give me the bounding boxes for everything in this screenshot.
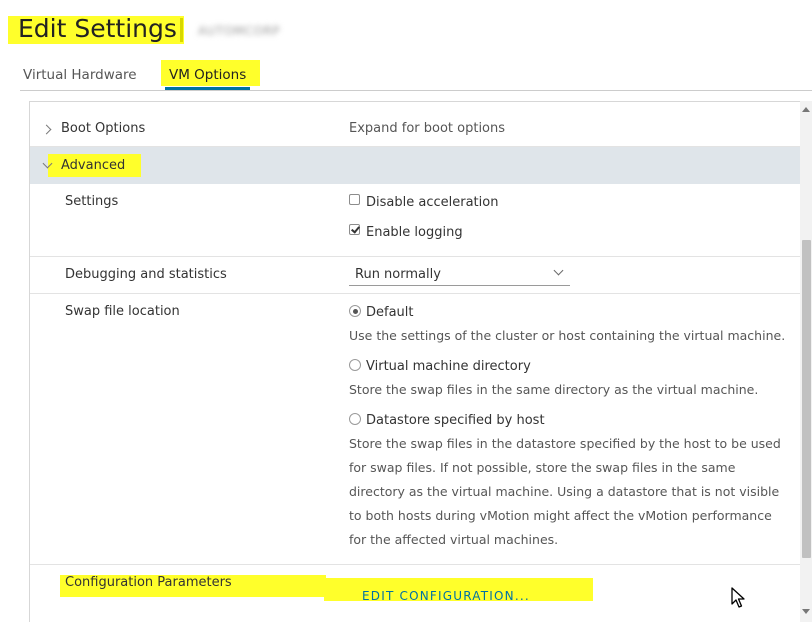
tab-virtual-hardware[interactable]: Virtual Hardware (23, 67, 137, 83)
swap-datastore-desc-line-3: directory as the virtual machine. Using … (349, 484, 780, 499)
swap-default-label[interactable]: Default (366, 305, 414, 320)
advanced-row[interactable] (30, 147, 800, 184)
debugging-select-value: Run normally (355, 267, 441, 282)
config-params-label: Configuration Parameters (65, 575, 232, 590)
row-divider (30, 256, 800, 257)
disable-acceleration-checkbox[interactable] (349, 194, 360, 205)
swap-default-desc: Use the settings of the cluster or host … (349, 328, 786, 343)
disable-acceleration-label[interactable]: Disable acceleration (366, 195, 498, 210)
swap-datastore-radio[interactable] (349, 413, 361, 425)
edit-configuration-button[interactable]: EDIT CONFIGURATION... (362, 589, 530, 603)
vm-name: AUTOMCORP (198, 24, 281, 38)
swap-datastore-desc-line-4: to both hosts during vMotion might affec… (349, 508, 772, 523)
swap-vm-directory-radio[interactable] (349, 359, 361, 371)
enable-logging-label[interactable]: Enable logging (366, 225, 463, 240)
scrollbar-thumb[interactable] (802, 240, 811, 558)
swap-default-radio[interactable] (349, 305, 361, 317)
boot-options-label[interactable]: Boot Options (61, 121, 145, 136)
swap-datastore-desc-line-5: for the affected virtual machines. (349, 532, 559, 547)
swap-datastore-desc-line-2: for swap files. If not possible, store t… (349, 460, 736, 475)
debugging-label: Debugging and statistics (65, 267, 227, 282)
tabs-divider (20, 90, 812, 91)
scroll-down-icon[interactable] (802, 609, 810, 614)
advanced-label[interactable]: Advanced (61, 158, 125, 173)
swap-vm-directory-label[interactable]: Virtual machine directory (366, 359, 531, 374)
debugging-select[interactable]: Run normally (349, 264, 570, 286)
settings-label: Settings (65, 194, 119, 209)
page-title: Edit Settings (18, 14, 177, 43)
enable-logging-checkbox[interactable] (349, 224, 360, 235)
title-divider (180, 18, 183, 42)
swap-datastore-desc-line-1: Store the swap files in the datastore sp… (349, 436, 781, 451)
swap-datastore-label[interactable]: Datastore specified by host (366, 413, 545, 428)
swap-vm-directory-desc: Store the swap files in the same directo… (349, 382, 759, 397)
row-divider (30, 293, 800, 294)
tab-vm-options[interactable]: VM Options (169, 67, 246, 83)
active-tab-indicator (165, 87, 250, 90)
scroll-up-icon[interactable] (802, 107, 810, 112)
swap-file-location-label: Swap file location (65, 304, 180, 319)
chevron-down-icon (553, 265, 564, 276)
row-divider (30, 564, 800, 565)
mouse-pointer-icon (731, 587, 745, 608)
boot-options-value: Expand for boot options (349, 121, 506, 136)
